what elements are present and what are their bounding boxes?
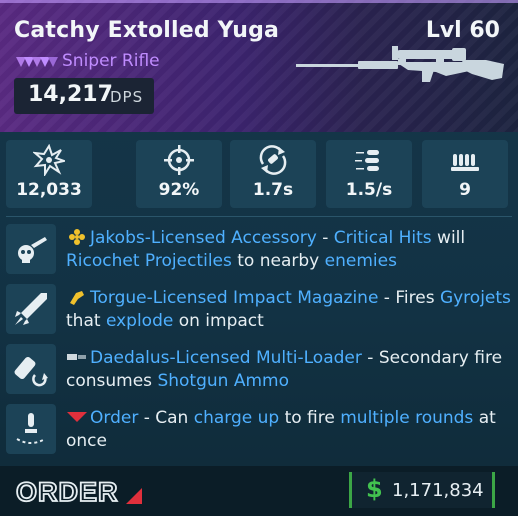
- perk-text-4: Order - Can charge up to fire multiple r…: [66, 407, 512, 453]
- dps-label: DPS: [110, 88, 144, 106]
- stat-reload: 1.7s: [230, 140, 316, 208]
- perk-seg: Gyrojets: [439, 288, 511, 308]
- perk-icon-box-1: [6, 224, 56, 274]
- order-charge-icon: [16, 413, 46, 444]
- stat-fire-rate-value: 1.5/s: [345, 180, 393, 200]
- item-card: Catchy Extolled Yuga Lvl 60 Sniper Rifle…: [0, 0, 518, 516]
- sniper-rifle-icon: [296, 46, 504, 82]
- order-chevron-icon: [67, 412, 87, 422]
- jakobs-flower-icon: [69, 229, 85, 245]
- perk-seg: to fire: [279, 408, 341, 428]
- currency-symbol: $: [366, 475, 383, 503]
- perk-seg: enemies: [324, 251, 397, 271]
- perk-icon-box-4: [6, 404, 56, 454]
- jakobs-skull-gun-icon: [18, 237, 47, 263]
- dps-value: 14,217: [28, 82, 113, 107]
- daedalus-loader-icon: [14, 356, 48, 387]
- perk-icon-box-2: [6, 284, 56, 334]
- perk-seg: explode: [105, 311, 174, 331]
- rarity-topline: [0, 0, 518, 3]
- perk-text-1: Jakobs-Licensed Accessory - Critical Hit…: [66, 227, 512, 273]
- perk-seg: Shotgun Ammo: [157, 371, 289, 391]
- dps-box: 14,217 DPS: [14, 78, 154, 114]
- perk-seg: -: [316, 228, 334, 248]
- perk-seg: will: [431, 228, 466, 248]
- crosshair-icon: [164, 145, 194, 175]
- perk-seg: Torgue-Licensed Impact Magazine: [90, 288, 379, 308]
- torgue-rocket-icon: [15, 293, 47, 325]
- svg-text:ORDER: ORDER: [16, 477, 119, 507]
- magazine-icon: [451, 154, 479, 171]
- perk-seg: multiple rounds: [340, 408, 474, 428]
- stat-magazine: 9: [422, 140, 508, 208]
- stat-accuracy-value: 92%: [158, 180, 200, 200]
- perk-text-2: Torgue-Licensed Impact Magazine - Fires …: [66, 287, 512, 333]
- price-box: $ 1,171,834: [349, 472, 495, 508]
- perk-seg: charge up: [193, 408, 280, 428]
- reload-icon: [259, 145, 287, 175]
- perk-icon-box-3: [6, 344, 56, 394]
- rarity-chevrons-icon: [16, 57, 58, 67]
- weapon-type: Sniper Rifle: [62, 51, 160, 71]
- perk-seg: to nearby: [231, 251, 325, 271]
- perk-seg: Jakobs-Licensed Accessory: [90, 228, 317, 248]
- stat-damage: 12,033: [6, 140, 92, 208]
- daedalus-mag-icon: [67, 354, 86, 360]
- perk-seg: - Can: [138, 408, 194, 428]
- perk-seg: Daedalus-Licensed Multi-Loader: [90, 348, 362, 368]
- perk-seg: on impact: [173, 311, 264, 331]
- price-value: 1,171,834: [392, 480, 484, 501]
- stat-fire-rate: 1.5/s: [326, 140, 412, 208]
- item-name: Catchy Extolled Yuga: [14, 18, 280, 43]
- perk-seg: that: [66, 311, 106, 331]
- perk-seg: Order: [90, 408, 139, 428]
- perk-seg: Critical Hits: [333, 228, 432, 248]
- item-header: Catchy Extolled Yuga Lvl 60 Sniper Rifle…: [0, 0, 518, 132]
- stat-damage-value: 12,033: [16, 180, 82, 200]
- divider: [6, 216, 512, 217]
- fire-rate-bullets-icon: [355, 150, 379, 171]
- stat-accuracy: 92%: [136, 140, 222, 208]
- damage-burst-icon: [33, 144, 65, 176]
- perk-seg: - Fires: [378, 288, 440, 308]
- stat-magazine-value: 9: [459, 180, 471, 200]
- torgue-fist-icon: [70, 291, 84, 305]
- order-manufacturer-logo: ORDER: [15, 476, 142, 508]
- perk-text-3: Daedalus-Licensed Multi-Loader - Seconda…: [66, 347, 512, 393]
- stat-reload-value: 1.7s: [252, 180, 294, 200]
- perk-seg: Ricochet Projectiles: [66, 251, 232, 271]
